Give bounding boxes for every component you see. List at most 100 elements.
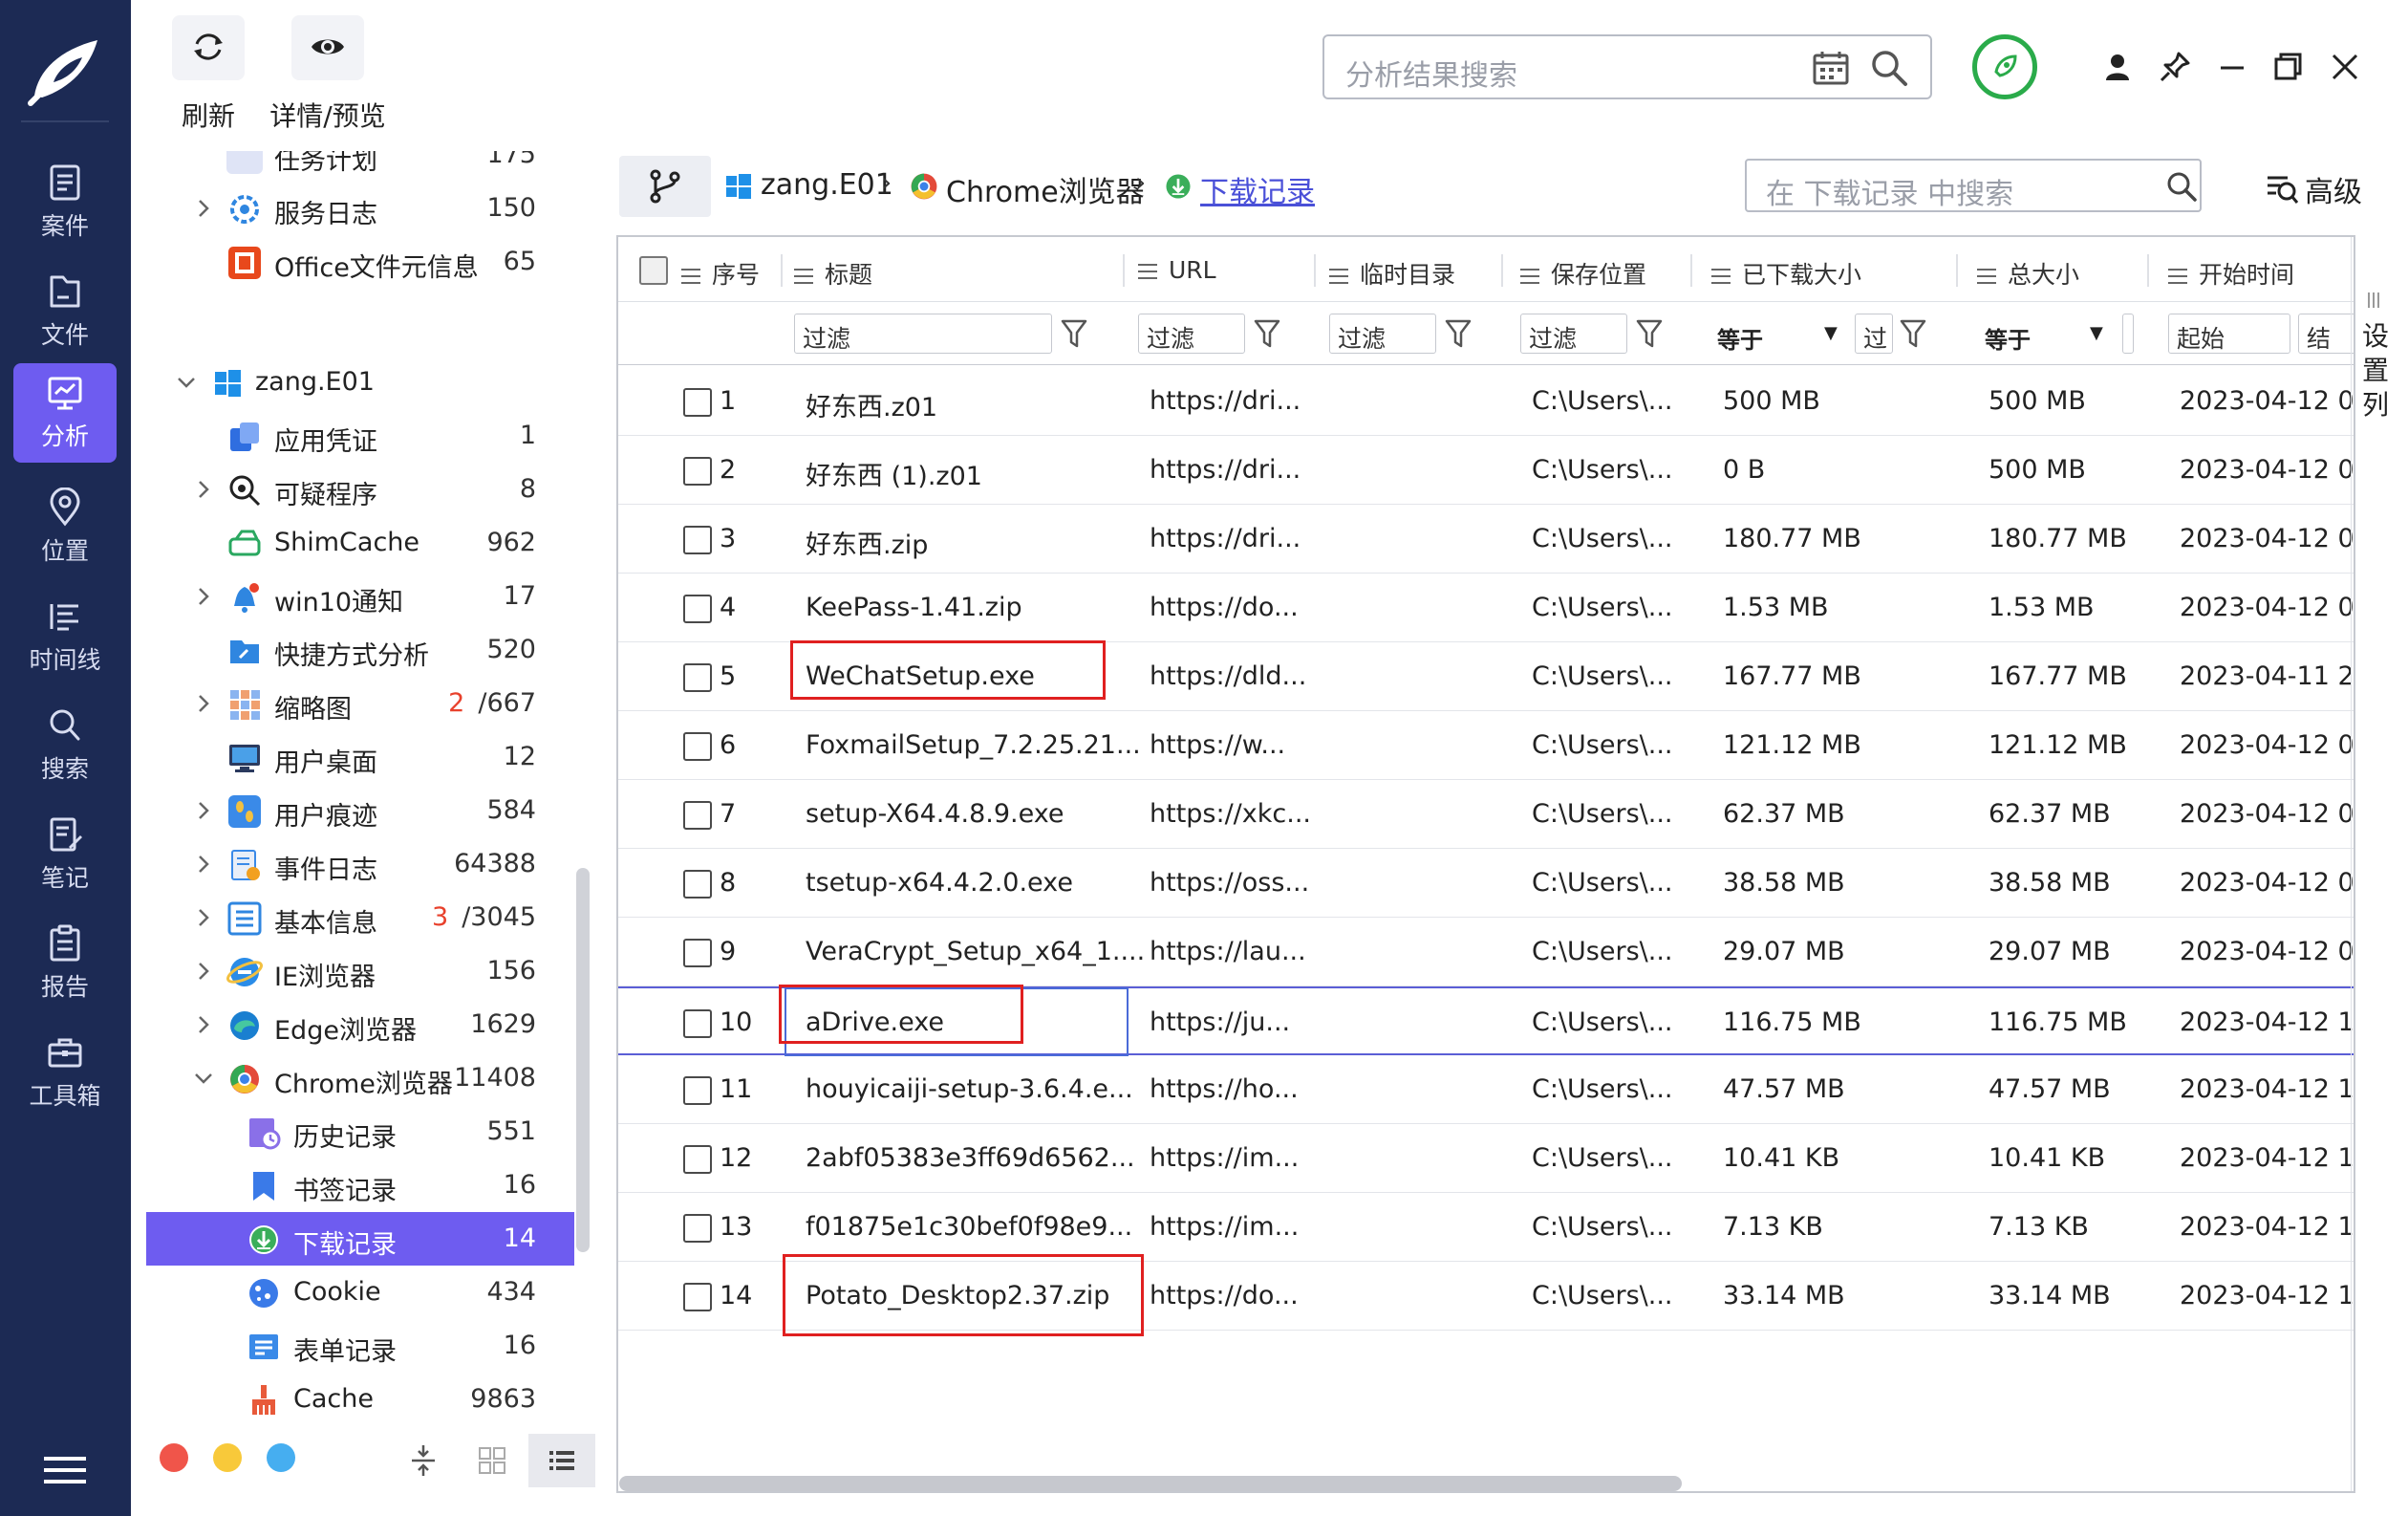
nav-item-location[interactable]: 位置 — [13, 478, 117, 577]
hamburger-menu-icon[interactable] — [44, 1455, 86, 1485]
row-checkbox[interactable] — [683, 457, 712, 486]
column-header-total-size[interactable]: 总大小 — [1977, 256, 2079, 291]
row-checkbox[interactable] — [683, 801, 712, 830]
tree-item-edge[interactable]: Edge浏览器 1629 — [146, 998, 574, 1051]
title-filter-input[interactable]: 过滤 — [794, 314, 1052, 354]
nav-item-timeline[interactable]: 时间线 — [13, 587, 117, 686]
search-icon[interactable] — [2165, 170, 2198, 203]
filter-funnel-icon[interactable] — [1060, 317, 1088, 350]
table-search-input[interactable]: 在 下载记录 中搜索 — [1745, 159, 2202, 212]
tree-item-app-credential[interactable]: 应用凭证 1 — [146, 409, 574, 463]
nav-item-search[interactable]: 搜索 — [13, 696, 117, 795]
tree-item-event-log[interactable]: 事件日志 64388 — [146, 837, 574, 891]
tree-item-win10-notify[interactable]: win10通知 17 — [146, 570, 574, 623]
row-checkbox[interactable] — [683, 732, 712, 761]
tree-item-suspicious[interactable]: 可疑程序 8 — [146, 463, 574, 516]
column-header-start-time[interactable]: 开始时间 — [2168, 256, 2294, 291]
dropdown-arrow-icon[interactable]: ▼ — [2090, 323, 2103, 343]
table-row[interactable]: 3 好东西.zip https://dri... C:\Users\... 180.77… — [618, 505, 2354, 574]
row-checkbox[interactable] — [683, 939, 712, 967]
nav-item-file[interactable]: 文件 — [13, 262, 117, 361]
tree-item-cookie[interactable]: Cookie 434 — [146, 1266, 574, 1319]
chevron-right-icon[interactable] — [192, 585, 215, 608]
table-row[interactable]: 8 tsetup-x64.4.2.0.exe https://oss... C:\Us… — [618, 849, 2354, 918]
nav-item-case[interactable]: 案件 — [13, 153, 117, 252]
tree-item-user-trace[interactable]: 用户痕迹 584 — [146, 784, 574, 837]
column-header-url[interactable]: URL — [1138, 256, 1216, 284]
branch-button[interactable] — [619, 156, 711, 217]
tree-item-bookmarks[interactable]: 书签记录 16 — [146, 1159, 574, 1212]
tree-item-cache[interactable]: Cache 9863 — [146, 1373, 574, 1426]
grid-view-button[interactable] — [465, 1434, 519, 1487]
downloaded-size-operator-select[interactable]: 等于 — [1717, 321, 1763, 355]
url-filter-input[interactable]: 过滤 — [1138, 314, 1245, 354]
tree-item-ie[interactable]: IE浏览器 156 — [146, 944, 574, 998]
table-row[interactable]: 4 KeePass-1.41.zip https://do... C:\Users\.… — [618, 574, 2354, 642]
tree-item-thumbnail[interactable]: 缩略图 2/667 — [146, 677, 574, 730]
column-header-index[interactable]: 序号 — [681, 256, 760, 291]
filter-funnel-icon[interactable] — [1899, 317, 1927, 350]
temp-dir-filter-input[interactable]: 过滤 — [1329, 314, 1436, 354]
tree-item-service-log[interactable]: 服务日志 150 — [146, 182, 574, 235]
tree-item-downloads[interactable]: 下载记录 14 — [146, 1212, 574, 1266]
total-size-filter-input[interactable] — [2122, 314, 2134, 354]
table-row[interactable]: 11 houyicaiji-setup-3.6.4.e... https://ho.… — [618, 1055, 2354, 1124]
row-checkbox[interactable] — [683, 526, 712, 554]
row-checkbox[interactable] — [683, 595, 712, 623]
refresh-button[interactable]: 刷新 — [162, 10, 254, 132]
filter-funnel-icon[interactable] — [1253, 317, 1281, 350]
chevron-right-icon[interactable] — [192, 692, 215, 715]
table-row[interactable]: 13 f01875e1c30bef0f98e9... https://im... C:… — [618, 1193, 2354, 1262]
row-checkbox[interactable] — [683, 870, 712, 899]
tree-item-shortcut[interactable]: 快捷方式分析 520 — [146, 623, 574, 677]
tree-item-basic-info[interactable]: 基本信息 3/3045 — [146, 891, 574, 944]
tree-item-shimcache[interactable]: ShimCache 962 — [146, 516, 574, 570]
row-checkbox[interactable] — [683, 663, 712, 692]
tree-item-task-schedule[interactable]: 任务计划 175 — [146, 151, 574, 182]
list-view-button[interactable] — [528, 1434, 595, 1487]
tree-item-office-meta[interactable]: Office文件元信息 65 — [146, 235, 574, 289]
nav-item-note[interactable]: 笔记 — [13, 805, 117, 904]
user-icon[interactable] — [2098, 48, 2137, 86]
column-header-temp-dir[interactable]: 临时目录 — [1329, 256, 1455, 291]
detail-preview-button[interactable]: 详情/预览 — [266, 10, 390, 132]
tree-item-user-desktop[interactable]: 用户桌面 12 — [146, 730, 574, 784]
row-checkbox[interactable] — [683, 388, 712, 417]
row-checkbox[interactable] — [683, 1145, 712, 1174]
downloaded-size-filter-input[interactable]: 过 — [1855, 314, 1893, 354]
blue-filter-dot[interactable] — [267, 1443, 295, 1472]
table-row[interactable]: 2 好东西 (1).z01 https://dri... C:\Users\... 0 … — [618, 436, 2354, 505]
row-checkbox[interactable] — [683, 1076, 712, 1105]
minimize-icon[interactable] — [2213, 48, 2251, 86]
column-header-save-location[interactable]: 保存位置 — [1520, 256, 1646, 291]
chevron-right-icon[interactable] — [192, 960, 215, 983]
nav-item-report[interactable]: 报告 — [13, 914, 117, 1013]
tree-item-chrome[interactable]: Chrome浏览器 11408 — [146, 1051, 574, 1105]
column-header-downloaded-size[interactable]: 已下载大小 — [1711, 256, 1861, 291]
chevron-right-icon[interactable] — [192, 906, 215, 929]
tree-item-history[interactable]: 历史记录 551 — [146, 1105, 574, 1159]
chevron-down-icon[interactable] — [175, 371, 198, 394]
dropdown-arrow-icon[interactable]: ▼ — [1824, 323, 1838, 343]
chevron-right-icon[interactable] — [192, 197, 215, 220]
table-row[interactable]: 6 FoxmailSetup_7.2.25.21... https://w... C:… — [618, 711, 2354, 780]
chevron-right-icon[interactable] — [192, 853, 215, 876]
nav-item-analysis[interactable]: 分析 — [13, 363, 117, 463]
filter-funnel-icon[interactable] — [1635, 317, 1664, 350]
close-icon[interactable] — [2326, 48, 2364, 86]
save-location-filter-input[interactable]: 过滤 — [1520, 314, 1627, 354]
table-row[interactable]: 1 好东西.z01 https://dri... C:\Users\... 500 MB… — [618, 367, 2354, 436]
horizontal-scrollbar[interactable] — [619, 1476, 1682, 1491]
restore-icon[interactable] — [2268, 48, 2307, 86]
chevron-right-icon[interactable] — [192, 1013, 215, 1036]
select-all-checkbox[interactable] — [639, 256, 668, 285]
nav-item-toolbox[interactable]: 工具箱 — [13, 1023, 117, 1122]
tree-item-evidence[interactable]: zang.E01 — [146, 356, 574, 409]
chevron-right-icon[interactable] — [192, 799, 215, 822]
chevron-right-icon[interactable] — [192, 478, 215, 501]
column-settings-panel[interactable]: 设置列 — [2351, 237, 2395, 1491]
total-size-operator-select[interactable]: 等于 — [1985, 321, 2031, 355]
tree-item-forms[interactable]: 表单记录 16 — [146, 1319, 574, 1373]
table-row[interactable]: 12 2abf05383e3ff69d6562... https://im... C:… — [618, 1124, 2354, 1193]
yellow-filter-dot[interactable] — [213, 1443, 242, 1472]
